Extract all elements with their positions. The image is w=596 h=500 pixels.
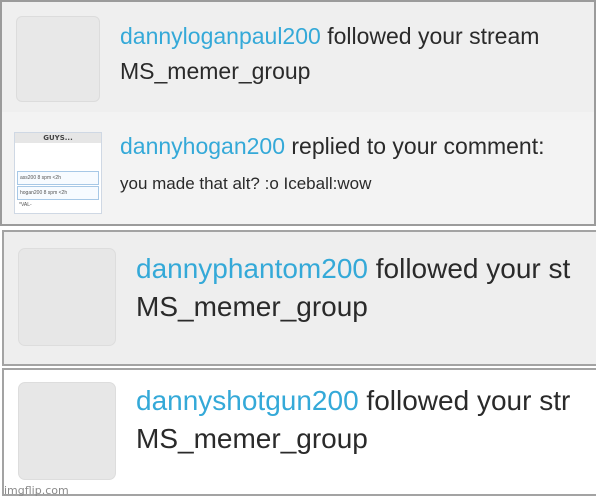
notification-action: followed your str	[358, 385, 571, 416]
username-link[interactable]: dannyloganpaul200	[120, 23, 321, 49]
notification-row[interactable]: GUYS... ass200 8 spm <2h hogan200 8 spm …	[2, 112, 594, 224]
thumbnail-line: *VAL-	[19, 202, 32, 208]
notification-action: followed your st	[367, 253, 571, 284]
stream-name[interactable]: MS_memer_group	[136, 290, 368, 324]
stream-name[interactable]: MS_memer_group	[136, 422, 368, 456]
thumbnail-line: ass200 8 spm <2h	[17, 171, 99, 185]
notification-headline: dannyphantom200 followed your st	[136, 252, 570, 286]
notification-row[interactable]: dannyloganpaul200 followed your stream M…	[2, 2, 594, 113]
thumbnail-title: GUYS...	[15, 133, 101, 143]
username-link[interactable]: dannyshotgun200	[136, 385, 359, 416]
avatar[interactable]	[16, 16, 100, 102]
notification-action: followed your stream	[320, 23, 540, 49]
avatar[interactable]	[18, 248, 116, 346]
notification-row[interactable]: dannyphantom200 followed your st MS_meme…	[2, 230, 596, 366]
notification-headline: dannyloganpaul200 followed your stream	[120, 22, 539, 50]
username-link[interactable]: dannyhogan200	[120, 133, 285, 159]
watermark: imgflip.com	[4, 484, 69, 497]
avatar[interactable]	[18, 382, 116, 480]
notification-panel-bottom: dannyphantom200 followed your st MS_meme…	[0, 230, 596, 500]
notification-row[interactable]: dannyshotgun200 followed your str MS_mem…	[2, 368, 596, 496]
notification-headline: dannyshotgun200 followed your str	[136, 384, 570, 418]
stream-name[interactable]: MS_memer_group	[120, 57, 310, 85]
comment-thumbnail[interactable]: GUYS... ass200 8 spm <2h hogan200 8 spm …	[14, 132, 102, 214]
thumbnail-line: hogan200 8 spm <2h	[17, 186, 99, 200]
notification-panel-top: dannyloganpaul200 followed your stream M…	[0, 0, 596, 226]
username-link[interactable]: dannyphantom200	[136, 253, 368, 284]
notification-action: replied to your comment:	[285, 133, 545, 159]
comment-text: you made that alt? :o Iceball:wow	[120, 174, 372, 193]
notification-headline: dannyhogan200 replied to your comment:	[120, 132, 545, 160]
notification-collage: dannyloganpaul200 followed your stream M…	[0, 0, 596, 500]
